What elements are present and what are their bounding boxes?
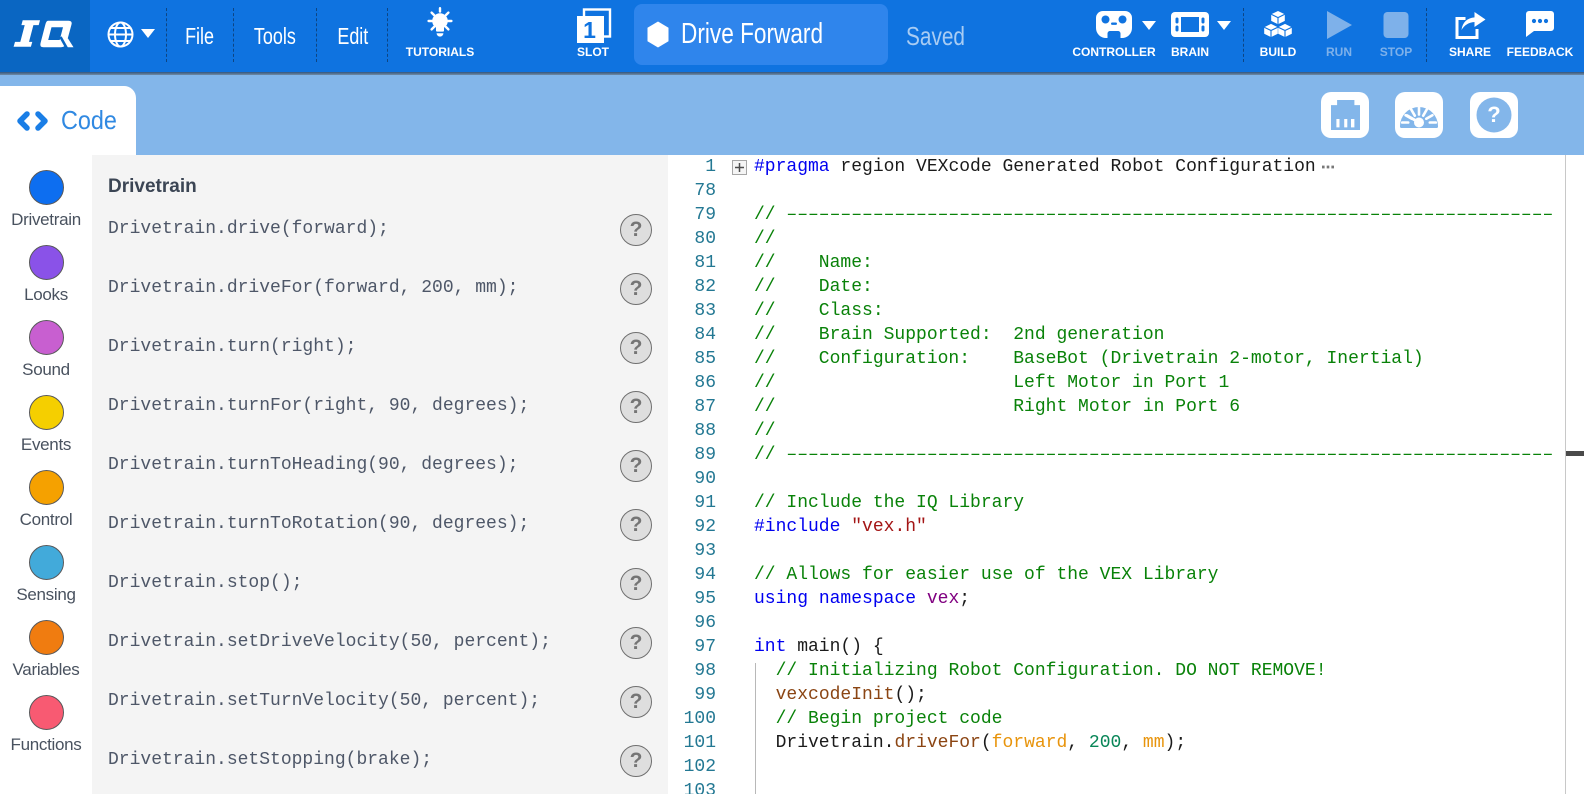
- svg-text:?: ?: [1487, 102, 1500, 127]
- svg-text:1: 1: [583, 17, 596, 43]
